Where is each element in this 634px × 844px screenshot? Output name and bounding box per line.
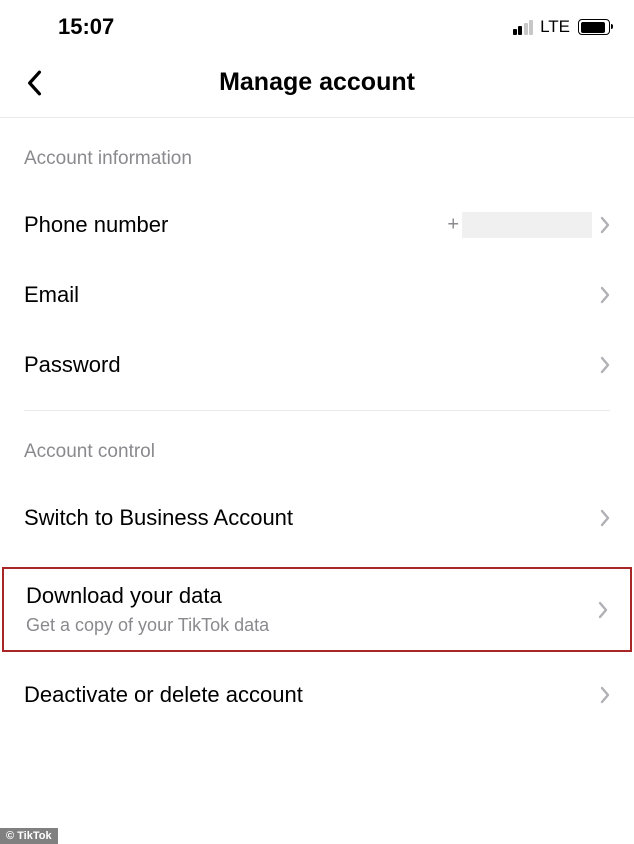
row-switch-business[interactable]: Switch to Business Account <box>24 483 610 553</box>
row-download-data[interactable]: Download your data Get a copy of your Ti… <box>26 583 608 636</box>
network-label: LTE <box>540 17 570 37</box>
watermark: © TikTok <box>0 828 58 844</box>
status-indicators: LTE <box>513 17 610 37</box>
chevron-right-icon <box>600 356 610 374</box>
row-phone-number[interactable]: Phone number + <box>24 190 610 260</box>
chevron-right-icon <box>600 216 610 234</box>
row-deactivate-delete[interactable]: Deactivate or delete account <box>24 652 610 730</box>
chevron-right-icon <box>598 601 608 619</box>
chevron-left-icon <box>26 70 42 96</box>
chevron-right-icon <box>600 509 610 527</box>
nav-header: Manage account <box>0 48 634 118</box>
row-label: Phone number <box>24 212 447 238</box>
chevron-right-icon <box>600 286 610 304</box>
signal-icon <box>513 19 534 35</box>
row-label: Email <box>24 282 600 308</box>
section-header-control: Account control <box>24 411 610 483</box>
section-account-control-cont: Deactivate or delete account <box>0 652 634 730</box>
row-email[interactable]: Email <box>24 260 610 330</box>
chevron-right-icon <box>600 686 610 704</box>
row-subtitle: Get a copy of your TikTok data <box>26 615 598 636</box>
row-password[interactable]: Password <box>24 330 610 400</box>
phone-value: + <box>447 212 592 238</box>
row-label: Download your data <box>26 583 598 609</box>
back-button[interactable] <box>20 69 48 97</box>
section-account-information: Account information Phone number + Email… <box>0 118 634 400</box>
redacted-phone <box>462 212 592 238</box>
row-label: Password <box>24 352 600 378</box>
status-time: 15:07 <box>58 14 114 40</box>
row-label: Switch to Business Account <box>24 505 600 531</box>
battery-icon <box>578 19 610 35</box>
status-bar: 15:07 LTE <box>0 0 634 48</box>
section-header-info: Account information <box>24 118 610 190</box>
highlighted-download-row: Download your data Get a copy of your Ti… <box>2 567 632 652</box>
page-title: Manage account <box>219 68 415 97</box>
section-account-control: Account control Switch to Business Accou… <box>0 411 634 553</box>
row-label: Deactivate or delete account <box>24 682 600 708</box>
